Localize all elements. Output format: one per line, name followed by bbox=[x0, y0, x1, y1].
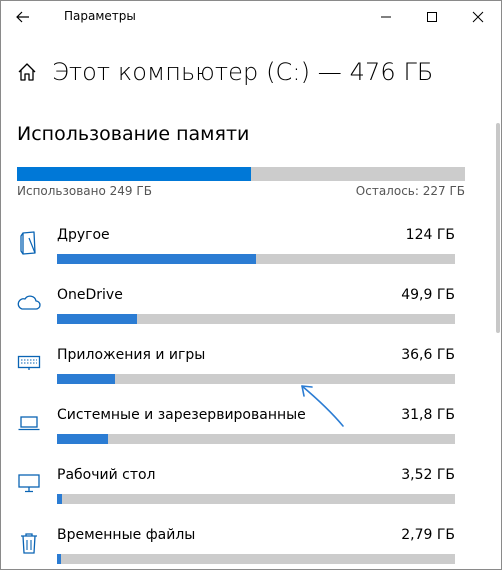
category-size: 36,6 ГБ bbox=[401, 347, 455, 363]
category-apps-and-games[interactable]: Приложения и игры 36,6 ГБ bbox=[0, 342, 480, 402]
close-button[interactable] bbox=[455, 1, 501, 33]
category-size: 49,9 ГБ bbox=[401, 287, 455, 303]
category-size: 31,8 ГБ bbox=[401, 407, 455, 423]
category-usage-fill bbox=[57, 434, 108, 444]
category-usage-fill bbox=[57, 554, 62, 564]
scrollbar-thumb[interactable] bbox=[496, 123, 500, 333]
section-title: Использование памяти bbox=[17, 123, 250, 145]
category-usage-fill bbox=[57, 374, 115, 384]
category-size: 2,79 ГБ bbox=[401, 527, 455, 543]
category-label: Рабочий стол bbox=[57, 467, 156, 483]
maximize-icon bbox=[427, 12, 437, 22]
category-label: OneDrive bbox=[57, 287, 123, 303]
free-space-label: Осталось: 227 ГБ bbox=[355, 184, 465, 198]
title-bar: Параметры bbox=[1, 1, 501, 33]
category-other[interactable]: Другое 124 ГБ bbox=[0, 222, 480, 282]
category-usage-bar bbox=[57, 494, 455, 504]
storage-usage-bar bbox=[17, 167, 465, 181]
category-usage-bar bbox=[57, 554, 455, 564]
scrollbar[interactable] bbox=[493, 33, 501, 568]
category-onedrive[interactable]: OneDrive 49,9 ГБ bbox=[0, 282, 480, 342]
minimize-icon bbox=[381, 16, 391, 18]
category-usage-bar bbox=[57, 374, 455, 384]
storage-usage-fill bbox=[17, 167, 252, 181]
category-usage-fill bbox=[57, 494, 63, 504]
close-icon bbox=[472, 11, 484, 23]
category-temp-files[interactable]: Временные файлы 2,79 ГБ bbox=[0, 522, 480, 582]
category-label: Приложения и игры bbox=[57, 347, 206, 363]
category-usage-fill bbox=[57, 254, 256, 264]
window-title: Параметры bbox=[64, 9, 136, 23]
category-usage-bar bbox=[57, 434, 455, 444]
back-button[interactable] bbox=[9, 5, 37, 29]
back-arrow-icon bbox=[16, 11, 29, 23]
category-label: Системные и зарезервированные bbox=[57, 407, 306, 423]
category-label: Другое bbox=[57, 227, 110, 243]
page-title: Этот компьютер (C:) — 476 ГБ bbox=[52, 58, 434, 86]
other-file-icon bbox=[16, 230, 42, 256]
laptop-icon bbox=[16, 410, 42, 436]
category-usage-bar bbox=[57, 314, 455, 324]
cloud-icon bbox=[16, 290, 42, 316]
category-desktop[interactable]: Рабочий стол 3,52 ГБ bbox=[0, 462, 480, 522]
trash-icon bbox=[16, 530, 42, 556]
category-system-reserved[interactable]: Системные и зарезервированные 31,8 ГБ bbox=[0, 402, 480, 462]
monitor-icon bbox=[16, 470, 42, 496]
category-size: 3,52 ГБ bbox=[401, 467, 455, 483]
maximize-button[interactable] bbox=[409, 1, 455, 33]
category-usage-bar bbox=[57, 254, 455, 264]
minimize-button[interactable] bbox=[363, 1, 409, 33]
keyboard-icon bbox=[16, 350, 42, 376]
used-space-label: Использовано 249 ГБ bbox=[17, 184, 152, 198]
category-usage-fill bbox=[57, 314, 137, 324]
category-label: Временные файлы bbox=[57, 527, 196, 543]
home-icon[interactable] bbox=[16, 61, 38, 83]
category-size: 124 ГБ bbox=[405, 227, 455, 243]
page-header: Этот компьютер (C:) — 476 ГБ bbox=[16, 58, 434, 86]
